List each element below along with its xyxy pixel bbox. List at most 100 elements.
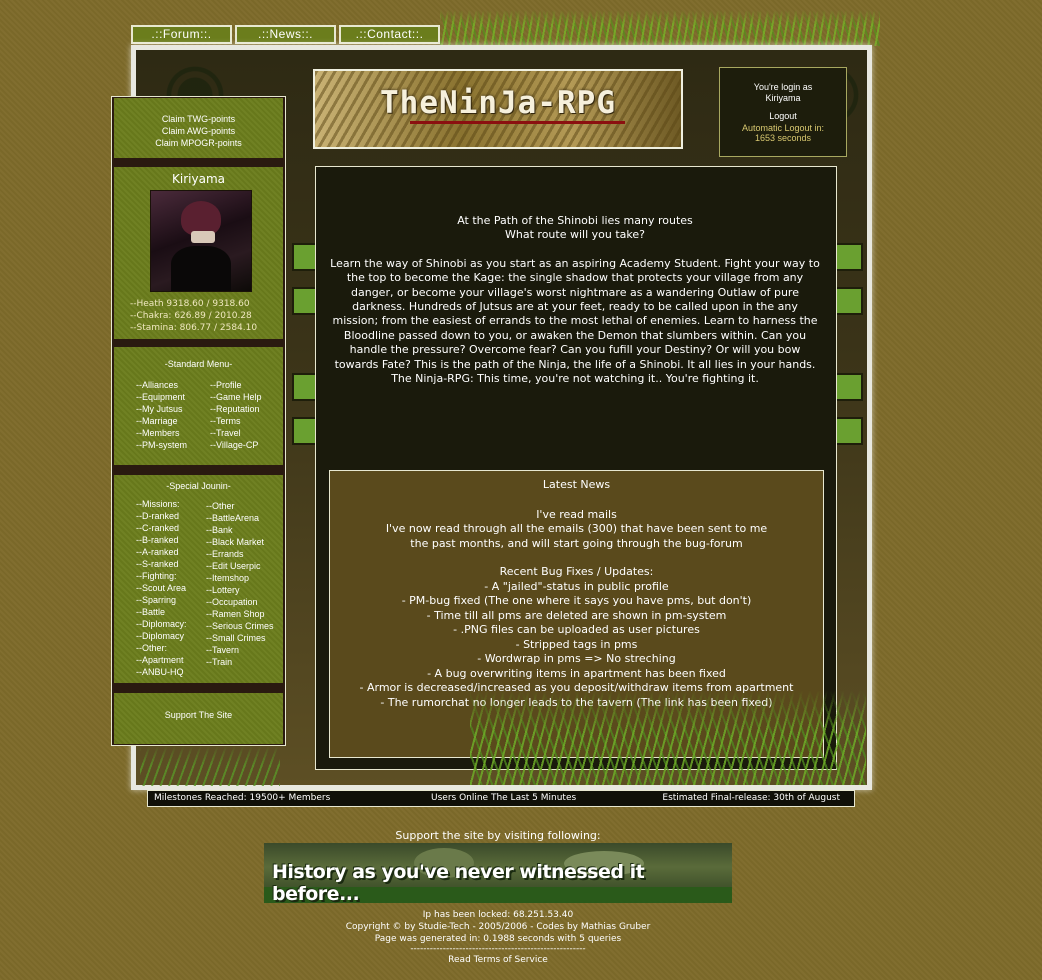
decor-box — [835, 287, 863, 315]
menu-train[interactable]: --Train — [206, 656, 274, 668]
bug-fix-item: - Wordwrap in pms => No streching — [477, 652, 676, 665]
special-menu-right: --Other --BattleArena --Bank --Black Mar… — [206, 500, 274, 668]
menu-other[interactable]: --Other — [206, 500, 274, 512]
support-site-link[interactable]: Support The Site — [114, 710, 283, 720]
menu-pm-system[interactable]: --PM-system — [136, 439, 187, 451]
footer-divider: ----------------------------------------… — [410, 944, 586, 954]
milestones-text: Milestones Reached: 19500+ Members — [154, 793, 331, 803]
decor-box — [835, 417, 863, 445]
menu-game-help[interactable]: --Game Help — [210, 391, 262, 403]
menu-my-jutsus[interactable]: --My Jutsus — [136, 403, 187, 415]
menu-ramen-shop[interactable]: --Ramen Shop — [206, 608, 274, 620]
menu-tavern[interactable]: --Tavern — [206, 644, 274, 656]
users-online-link[interactable]: Users Online The Last 5 Minutes — [431, 791, 576, 806]
sponsor-banner[interactable]: History as you've never witnessed it bef… — [264, 843, 732, 903]
login-username: Kiriyama — [765, 93, 801, 103]
menu-small-crimes[interactable]: --Small Crimes — [206, 632, 274, 644]
menu-anbu-hq[interactable]: --ANBU-HQ — [136, 666, 187, 678]
news-title: Latest News — [542, 478, 611, 491]
bug-fix-item: - A "jailed"-status in public profile — [484, 579, 669, 593]
menu-diplomacy[interactable]: --Diplomacy — [136, 630, 187, 642]
auto-logout-value: 1653 seconds — [754, 133, 812, 143]
claim-awg-link[interactable]: Claim AWG-points — [114, 125, 283, 137]
decor-box — [835, 373, 863, 401]
menu-apartment[interactable]: --Apartment — [136, 654, 187, 666]
claim-twg-link[interactable]: Claim TWG-points — [114, 113, 283, 125]
claim-mpogr-link[interactable]: Claim MPOGR-points — [114, 137, 283, 149]
menu-members[interactable]: --Members — [136, 427, 187, 439]
ip-lock-text: Ip has been locked: 68.251.53.40 — [422, 910, 574, 920]
news-subtitle: I've read mails — [536, 507, 617, 521]
logout-link[interactable]: Logout — [720, 111, 846, 121]
menu-a-ranked[interactable]: --A-ranked — [136, 546, 187, 558]
decor-box — [835, 243, 863, 271]
menu-serious-crimes[interactable]: --Serious Crimes — [206, 620, 274, 632]
menu-occupation[interactable]: --Occupation — [206, 596, 274, 608]
login-box: You're login as Kiriyama Logout Automati… — [719, 67, 847, 157]
logo-text: TheNinJa-RPG — [380, 85, 616, 121]
menu-bank[interactable]: --Bank — [206, 524, 274, 536]
menu-black-market[interactable]: --Black Market — [206, 536, 274, 548]
menu-itemshop[interactable]: --Itemshop — [206, 572, 274, 584]
menu-terms[interactable]: --Terms — [210, 415, 262, 427]
claims-panel: Claim TWG-points Claim AWG-points Claim … — [114, 98, 283, 158]
avatar[interactable] — [150, 190, 252, 292]
menu-scout-area[interactable]: --Scout Area — [136, 582, 187, 594]
sidebar: Claim TWG-points Claim AWG-points Claim … — [111, 96, 286, 746]
profile-panel: Kiriyama --Heath 9318.60 / 9318.60 --Cha… — [114, 167, 283, 339]
logo-underline — [410, 121, 625, 124]
support-heading: Support the site by visiting following: — [395, 829, 601, 842]
tab-contact[interactable]: .::Contact::. — [339, 25, 440, 44]
menu-alliances[interactable]: --Alliances — [136, 379, 187, 391]
grass-decoration-bottom — [470, 690, 866, 785]
menu-travel[interactable]: --Travel — [210, 427, 262, 439]
bug-fix-item: - PM-bug fixed (The one where it says yo… — [401, 594, 752, 607]
special-menu-panel: -Special Jounin- --Missions: --D-ranked … — [114, 475, 283, 683]
bug-fix-item: - Stripped tags in pms — [515, 637, 638, 651]
standard-menu-panel: -Standard Menu- --Alliances --Equipment … — [114, 347, 283, 465]
bug-fixes-title: Recent Bug Fixes / Updates: — [499, 565, 654, 578]
standard-menu-right: --Profile --Game Help --Reputation --Ter… — [210, 379, 262, 451]
release-estimate-text: Estimated Final-release: 30th of August — [662, 793, 840, 803]
intro-body: Learn the way of Shinobi as you start as… — [330, 256, 820, 386]
menu-errands[interactable]: --Errands — [206, 548, 274, 560]
menu-diplomacy-heading: --Diplomacy: — [136, 619, 187, 629]
menu-other-heading: --Other: — [136, 643, 168, 653]
grass-decoration-top — [440, 10, 880, 46]
intro-heading-2: What route will you take? — [505, 228, 645, 242]
news-text-2: the past months, and will start going th… — [410, 536, 743, 550]
standard-menu-left: --Alliances --Equipment --My Jutsus --Ma… — [136, 379, 187, 451]
terms-link[interactable]: Read Terms of Service — [264, 954, 732, 966]
menu-marriage[interactable]: --Marriage — [136, 415, 187, 427]
menu-s-ranked[interactable]: --S-ranked — [136, 558, 187, 570]
menu-reputation[interactable]: --Reputation — [210, 403, 262, 415]
tab-news[interactable]: .::News::. — [235, 25, 336, 44]
copyright-text: Copyright © by Studie-Tech - 2005/2006 -… — [345, 922, 651, 932]
bug-fix-item: - Time till all pms are deleted are show… — [426, 608, 727, 622]
menu-battle-arena[interactable]: --BattleArena — [206, 512, 274, 524]
intro-heading-1: At the Path of the Shinobi lies many rou… — [457, 214, 693, 227]
menu-lottery[interactable]: --Lottery — [206, 584, 274, 596]
bug-fix-item: - .PNG files can be uploaded as user pic… — [453, 623, 700, 636]
menu-profile[interactable]: --Profile — [210, 379, 262, 391]
menu-fighting-heading: --Fighting: — [136, 571, 177, 581]
menu-missions-heading: --Missions: — [136, 499, 180, 509]
login-status-label: You're login as — [753, 82, 813, 92]
footer-info: Ip has been locked: 68.251.53.40 Copyrig… — [264, 909, 732, 966]
status-bar: Milestones Reached: 19500+ Members Users… — [147, 790, 855, 807]
menu-b-ranked[interactable]: --B-ranked — [136, 534, 187, 546]
intro-text: At the Path of the Shinobi lies many rou… — [330, 214, 820, 386]
menu-c-ranked[interactable]: --C-ranked — [136, 522, 187, 534]
menu-equipment[interactable]: --Equipment — [136, 391, 187, 403]
menu-sparring[interactable]: --Sparring — [136, 594, 187, 606]
menu-battle[interactable]: --Battle — [136, 606, 187, 618]
standard-menu-title: -Standard Menu- — [164, 359, 233, 369]
menu-village-cp[interactable]: --Village-CP — [210, 439, 262, 451]
menu-d-ranked[interactable]: --D-ranked — [136, 510, 187, 522]
bug-fix-item: - A bug overwriting items in apartment h… — [427, 666, 726, 680]
news-text-1: I've now read through all the emails (30… — [385, 522, 768, 535]
menu-edit-userpic[interactable]: --Edit Userpic — [206, 560, 274, 572]
site-logo[interactable]: TheNinJa-RPG — [313, 69, 683, 149]
stamina-stat: --Stamina: 806.77 / 2584.10 — [130, 323, 258, 333]
health-stat: --Heath 9318.60 / 9318.60 — [130, 299, 250, 309]
